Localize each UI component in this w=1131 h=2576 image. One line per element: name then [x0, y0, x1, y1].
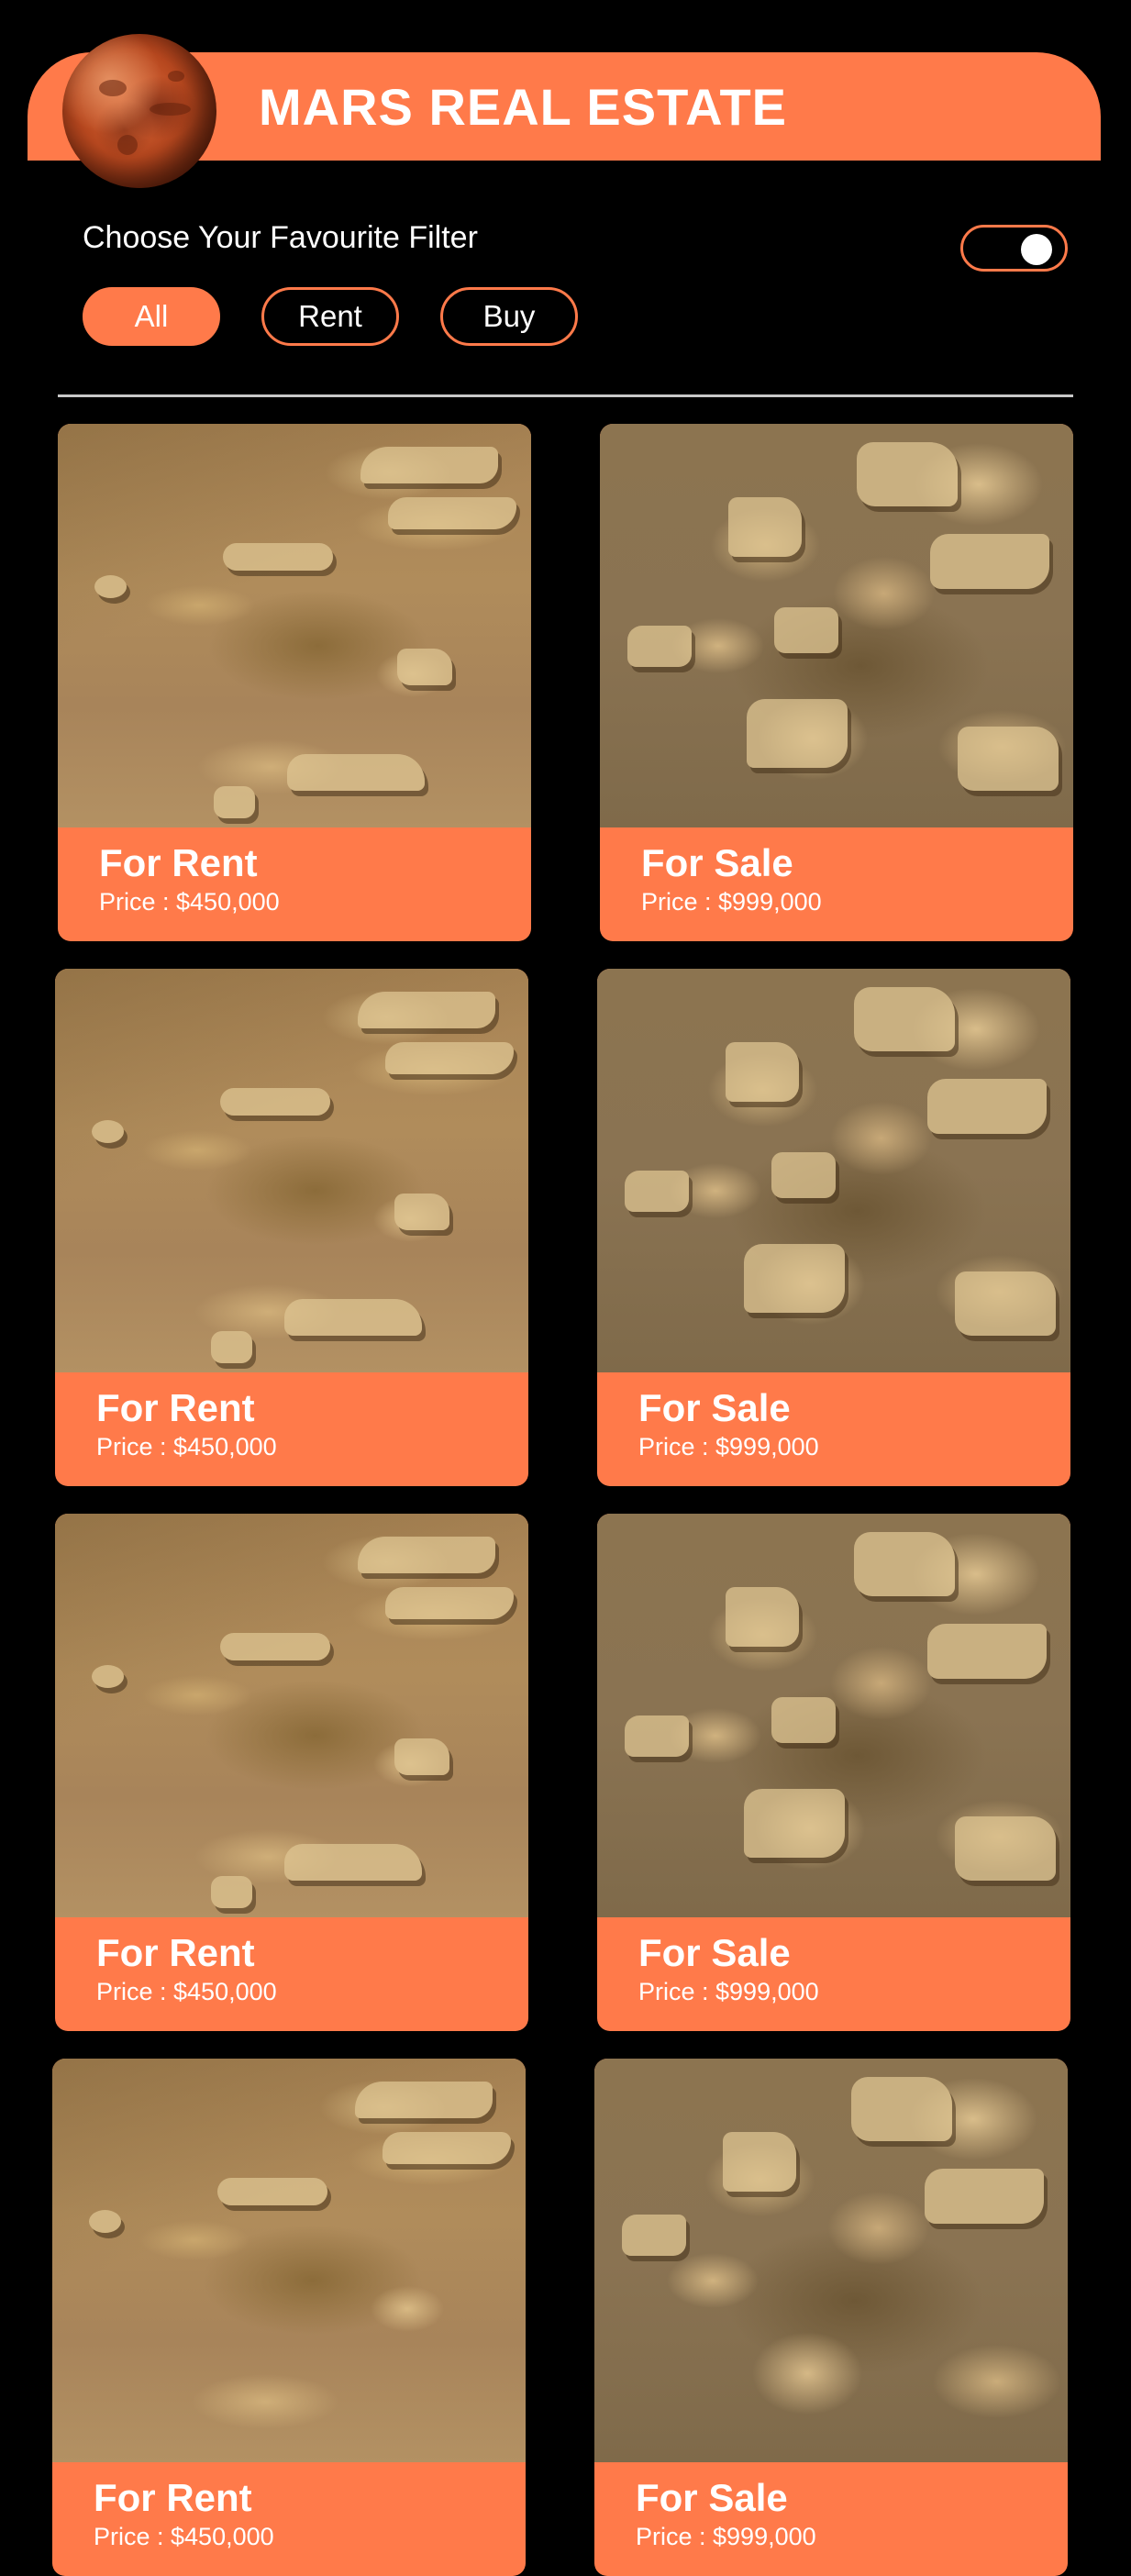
listing-price: Price : $450,000: [99, 888, 280, 916]
listing-type: For Rent: [96, 1931, 255, 1974]
listing-card[interactable]: For Sale Price : $999,000: [600, 424, 1073, 941]
planet-crater: [168, 71, 184, 82]
planet-crater: [117, 135, 138, 155]
rock: [747, 699, 848, 768]
mars-terrain-photo: [594, 2059, 1068, 2462]
rock: [284, 1844, 422, 1881]
toggle-knob: [1021, 234, 1052, 265]
rock: [625, 1171, 689, 1212]
rock: [622, 2215, 686, 2256]
rock: [360, 447, 498, 483]
filter-chip-all[interactable]: All: [83, 287, 220, 346]
listing-price: Price : $999,000: [636, 2523, 816, 2550]
listing-price: Price : $999,000: [641, 888, 822, 916]
rock: [744, 1789, 845, 1858]
rock: [854, 1532, 955, 1596]
mars-terrain-photo: [55, 1514, 528, 1917]
listing-type: For Rent: [96, 1386, 255, 1429]
rock: [958, 727, 1059, 791]
listing-type: For Sale: [636, 2476, 788, 2519]
rock: [385, 1042, 514, 1074]
listing-price: Price : $999,000: [638, 1433, 819, 1460]
rock: [857, 442, 958, 506]
rock: [955, 1816, 1056, 1881]
rock: [220, 1633, 330, 1660]
rock: [220, 1088, 330, 1116]
rock: [355, 2082, 493, 2118]
listing-type: For Rent: [99, 841, 258, 884]
listing-card[interactable]: For Rent Price : $450,000: [55, 969, 528, 1486]
rock: [627, 626, 692, 667]
mars-planet-icon: [62, 34, 216, 188]
rock: [92, 1120, 124, 1143]
listing-price: Price : $999,000: [638, 1978, 819, 2005]
rock: [955, 1271, 1056, 1336]
app-title: MARS REAL ESTATE: [259, 78, 788, 136]
rock: [217, 2178, 327, 2205]
rock: [774, 607, 838, 653]
listing-type: For Sale: [638, 1386, 791, 1429]
theme-toggle[interactable]: [960, 225, 1068, 272]
listing-price: Price : $450,000: [94, 2523, 274, 2550]
rock: [728, 497, 802, 557]
listing-price: Price : $450,000: [96, 1433, 277, 1460]
rock: [925, 2169, 1044, 2224]
rock: [383, 2132, 511, 2164]
rock: [930, 534, 1049, 589]
rock: [726, 1042, 799, 1102]
rock: [744, 1244, 845, 1313]
rock: [851, 2077, 952, 2141]
rock: [214, 786, 255, 818]
rock: [284, 1299, 422, 1336]
rock: [223, 543, 333, 571]
mars-terrain-photo: [58, 424, 531, 827]
listing-card[interactable]: For Rent Price : $450,000: [55, 1514, 528, 2031]
rock: [927, 1079, 1047, 1134]
rock: [394, 1738, 449, 1775]
rock: [358, 1537, 495, 1573]
listing-price: Price : $450,000: [96, 1978, 277, 2005]
rock: [287, 754, 425, 791]
listing-card[interactable]: For Rent Price : $450,000: [58, 424, 531, 941]
mars-terrain-photo: [597, 969, 1070, 1372]
rock: [771, 1697, 836, 1743]
rock: [388, 497, 516, 529]
rock: [358, 992, 495, 1028]
listing-card[interactable]: For Sale Price : $999,000: [597, 1514, 1070, 2031]
rock: [854, 987, 955, 1051]
rock: [397, 649, 452, 685]
mars-terrain-photo: [597, 1514, 1070, 1917]
listing-type: For Sale: [638, 1931, 791, 1974]
filter-chip-rent[interactable]: Rent: [261, 287, 399, 346]
rock: [89, 2210, 121, 2233]
rock: [726, 1587, 799, 1647]
listing-card[interactable]: For Rent Price : $450,000: [52, 2059, 526, 2576]
rock: [394, 1194, 449, 1230]
rock: [211, 1876, 252, 1908]
divider: [58, 394, 1073, 397]
mars-terrain-photo: [55, 969, 528, 1372]
listing-card[interactable]: For Sale Price : $999,000: [597, 969, 1070, 1486]
mars-terrain-photo: [52, 2059, 526, 2462]
filter-chip-buy[interactable]: Buy: [440, 287, 578, 346]
rock: [927, 1624, 1047, 1679]
listing-type: For Sale: [641, 841, 793, 884]
planet-crater: [150, 103, 191, 116]
mars-terrain-photo: [600, 424, 1073, 827]
rock: [92, 1665, 124, 1688]
rock: [723, 2132, 796, 2192]
listing-type: For Rent: [94, 2476, 252, 2519]
planet-crater: [99, 80, 127, 96]
rock: [625, 1715, 689, 1757]
rock: [94, 575, 127, 598]
rock: [211, 1331, 252, 1363]
listing-card[interactable]: For Sale Price : $999,000: [594, 2059, 1068, 2576]
rock: [771, 1152, 836, 1198]
filter-heading: Choose Your Favourite Filter: [83, 220, 478, 255]
rock: [385, 1587, 514, 1619]
